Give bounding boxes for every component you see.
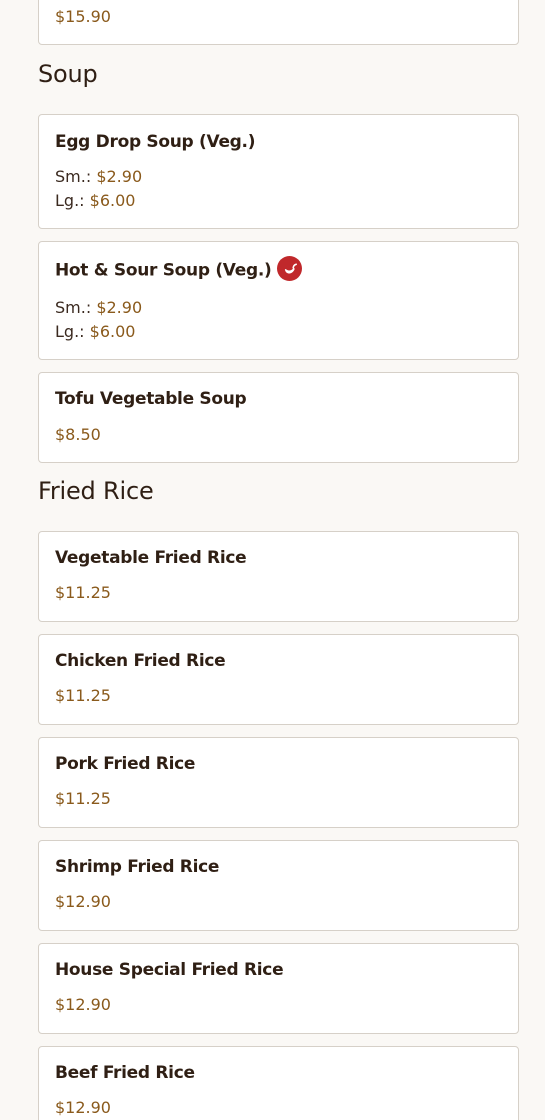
menu-item-card[interactable]: Beef Fried Rice $12.90: [38, 1046, 519, 1120]
item-name: Pork Fried Rice: [55, 754, 196, 774]
item-name-row: Hot & Sour Soup (Veg.): [55, 256, 303, 283]
item-price-large: Lg.: $6.00: [55, 191, 135, 210]
item-price: $12.90: [55, 995, 111, 1014]
price-value: $6.00: [89, 322, 136, 341]
item-name: Vegetable Fried Rice: [55, 548, 247, 568]
item-name: Hot & Sour Soup (Veg.): [55, 260, 272, 281]
menu-item-card[interactable]: $15.90: [38, 0, 519, 45]
item-price-small: Sm.: $2.90: [55, 167, 142, 186]
menu-item-card[interactable]: Shrimp Fried Rice $12.90: [38, 840, 519, 931]
menu-item-card[interactable]: House Special Fried Rice $12.90: [38, 943, 519, 1034]
menu-item-card[interactable]: Egg Drop Soup (Veg.) Sm.: $2.90 Lg.: $6.…: [38, 114, 519, 229]
item-price: $11.25: [55, 789, 111, 808]
menu-item-card[interactable]: Vegetable Fried Rice $11.25: [38, 531, 519, 622]
section-title-fried-rice: Fried Rice: [38, 477, 154, 505]
item-name: Beef Fried Rice: [55, 1063, 195, 1083]
price-value: $2.90: [96, 298, 143, 317]
menu-page: $15.90 Soup Egg Drop Soup (Veg.) Sm.: $2…: [0, 0, 545, 1120]
item-price: $8.50: [55, 425, 101, 444]
item-name: Shrimp Fried Rice: [55, 857, 220, 877]
size-label: Sm.:: [55, 298, 92, 317]
menu-item-card[interactable]: Tofu Vegetable Soup $8.50: [38, 372, 519, 463]
size-label: Lg.:: [55, 322, 85, 341]
item-price: $11.25: [55, 686, 111, 705]
item-name: Egg Drop Soup (Veg.): [55, 132, 256, 152]
item-price: $12.90: [55, 1098, 111, 1117]
section-title-soup: Soup: [38, 60, 98, 88]
price-value: $6.00: [89, 191, 136, 210]
menu-item-card[interactable]: Hot & Sour Soup (Veg.) Sm.: $2.90 Lg.: $…: [38, 241, 519, 360]
item-price-small: Sm.: $2.90: [55, 298, 142, 317]
item-name: House Special Fried Rice: [55, 960, 284, 980]
item-price: $11.25: [55, 583, 111, 602]
size-label: Lg.:: [55, 191, 85, 210]
menu-item-card[interactable]: Pork Fried Rice $11.25: [38, 737, 519, 828]
item-price: $12.90: [55, 892, 111, 911]
item-name: Tofu Vegetable Soup: [55, 389, 247, 409]
price-value: $2.90: [96, 167, 143, 186]
size-label: Sm.:: [55, 167, 92, 186]
menu-item-card[interactable]: Chicken Fried Rice $11.25: [38, 634, 519, 725]
item-name: Chicken Fried Rice: [55, 651, 226, 671]
item-price-large: Lg.: $6.00: [55, 322, 135, 341]
chili-pepper-icon: [277, 256, 303, 281]
item-price: $15.90: [55, 7, 111, 26]
